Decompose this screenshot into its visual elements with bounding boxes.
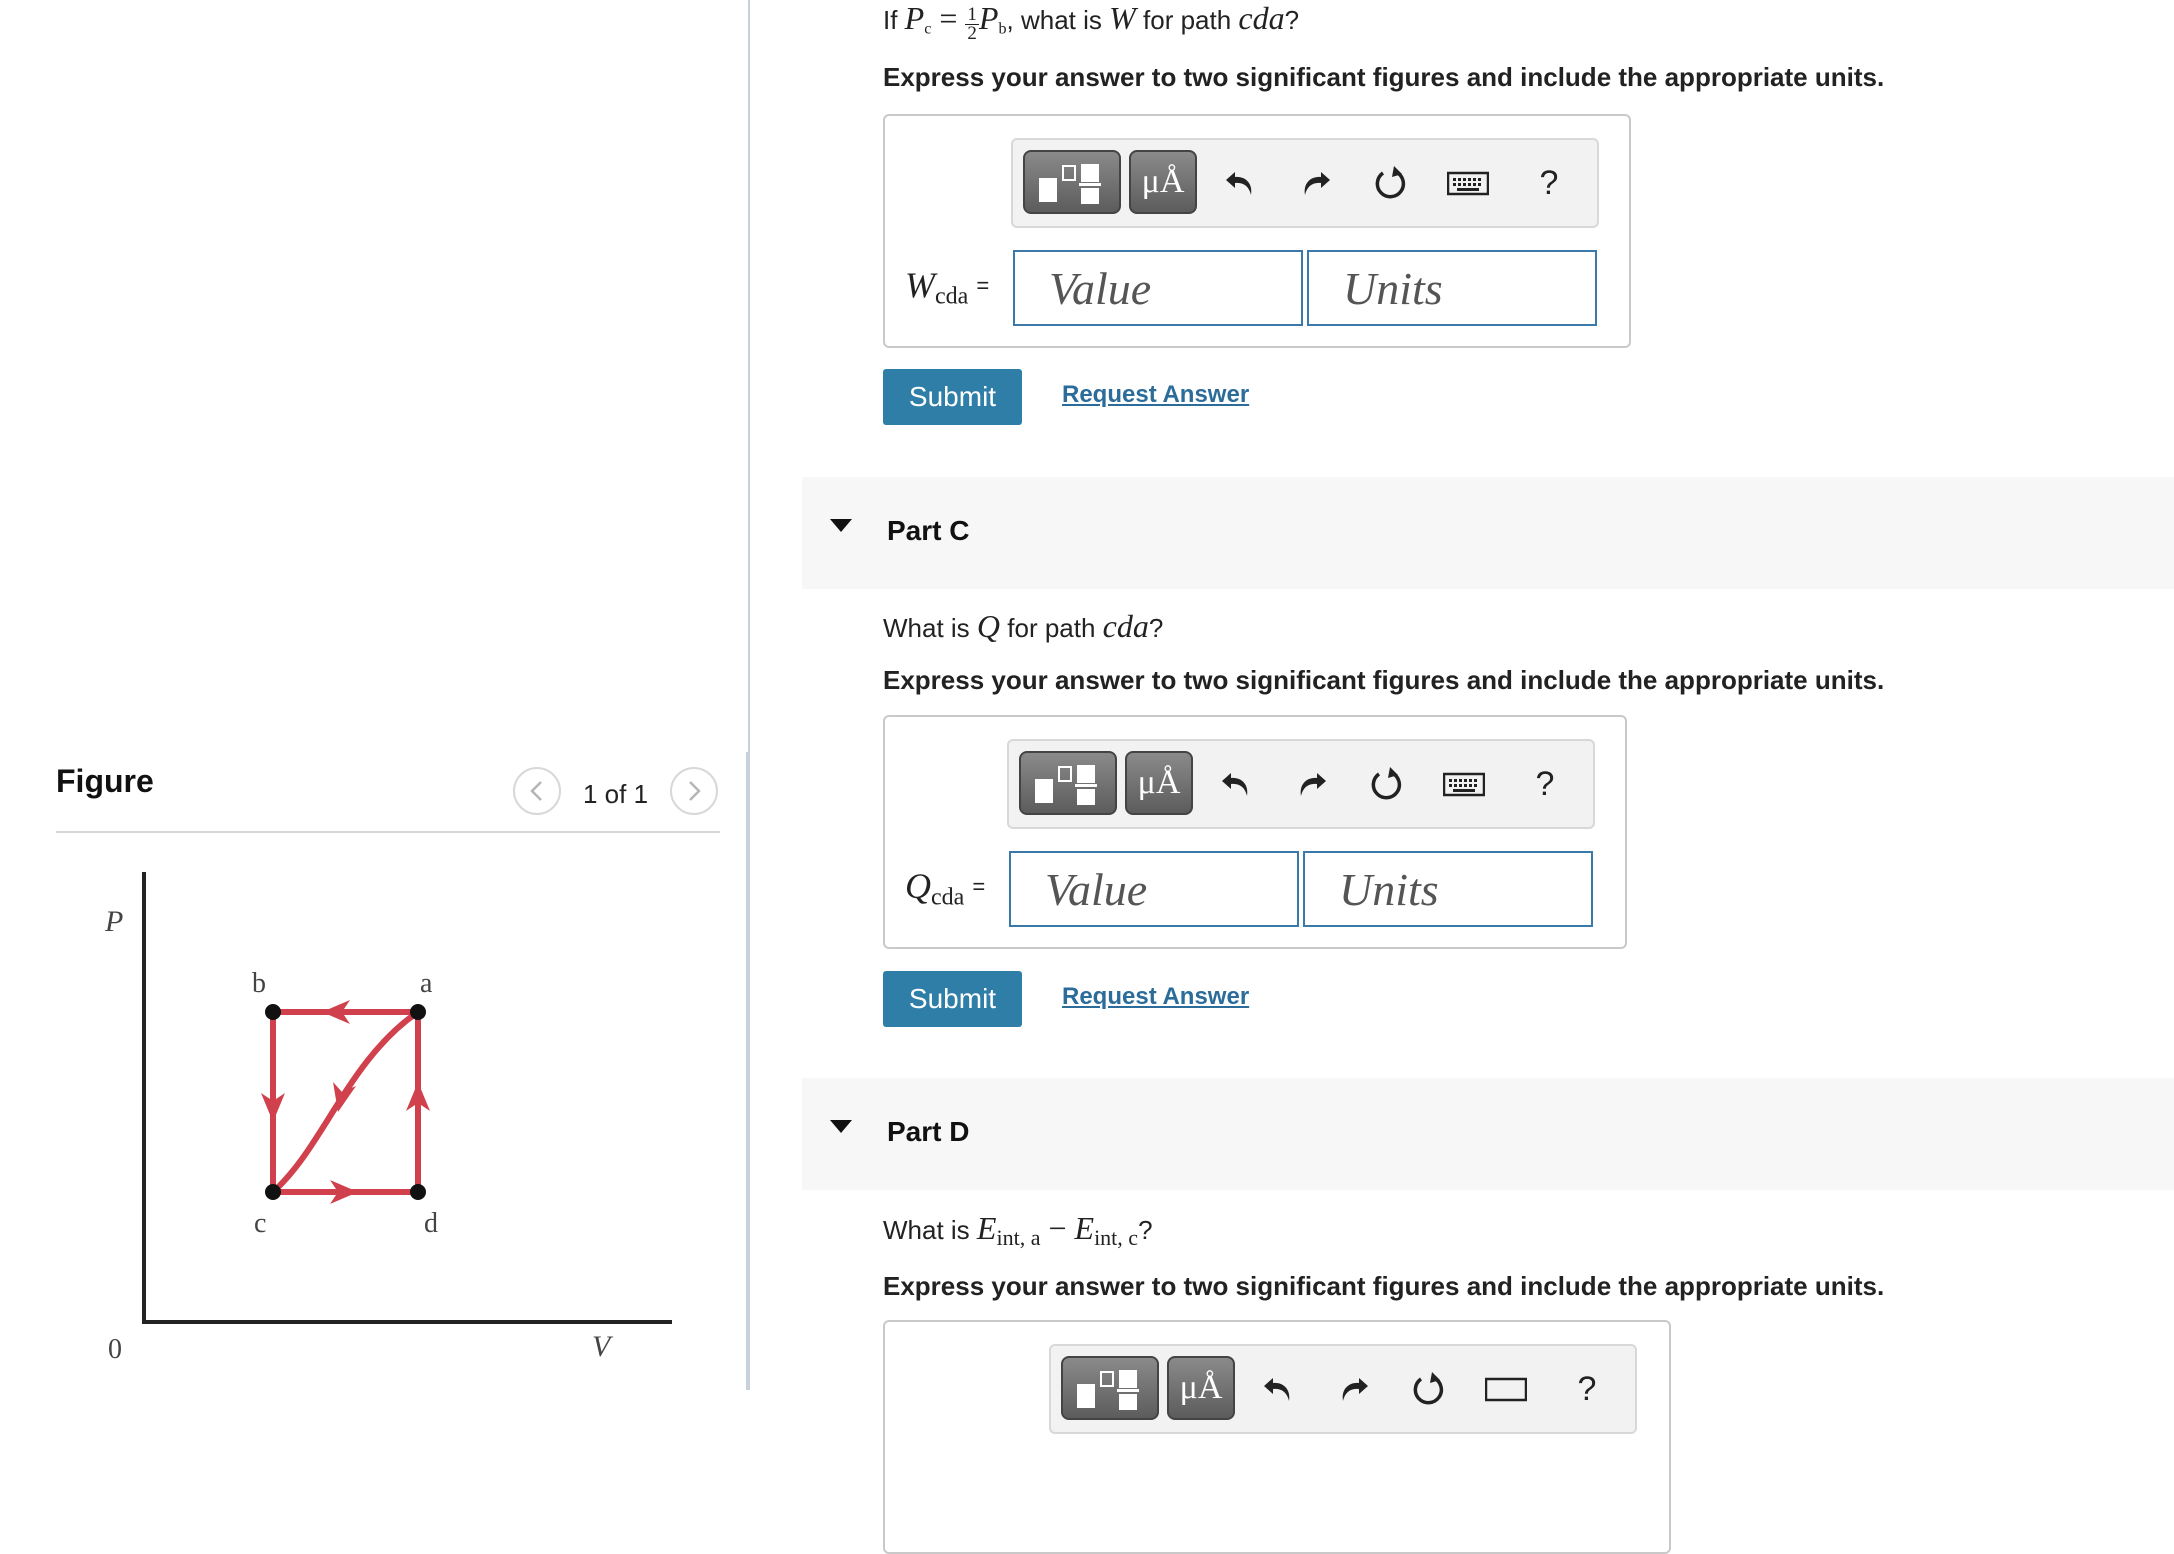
reset-button[interactable] bbox=[1361, 759, 1411, 809]
submit-button[interactable]: Submit bbox=[883, 971, 1022, 1027]
part-c-answer-box: μÅ ? Qcda = bbox=[883, 715, 1627, 949]
math-toolbar: μÅ ? bbox=[1049, 1344, 1637, 1434]
undo-button[interactable] bbox=[1211, 759, 1261, 809]
point-d bbox=[410, 1184, 426, 1200]
request-answer-link[interactable]: Request Answer bbox=[1062, 381, 1249, 409]
keyboard-icon bbox=[1443, 772, 1485, 797]
part-b-answer-box: μÅ ? Wcda = bbox=[883, 114, 1631, 348]
submit-button[interactable]: Submit bbox=[883, 369, 1022, 425]
templates-button[interactable] bbox=[1023, 150, 1121, 214]
request-answer-link[interactable]: Request Answer bbox=[1062, 983, 1249, 1011]
point-b bbox=[265, 1004, 281, 1020]
redo-button[interactable] bbox=[1287, 759, 1337, 809]
help-button[interactable]: ? bbox=[1529, 158, 1569, 208]
undo-icon bbox=[1226, 172, 1252, 195]
part-b-question: If Pc = 1 2 Pb, what is W for path cda? bbox=[883, 0, 1300, 44]
keyboard-icon bbox=[1485, 1377, 1527, 1402]
keyboard-icon bbox=[1447, 171, 1489, 196]
part-d-header[interactable]: Part D bbox=[802, 1078, 2174, 1190]
units-input[interactable] bbox=[1303, 851, 1593, 927]
reset-button[interactable] bbox=[1365, 158, 1415, 208]
redo-icon bbox=[1342, 1378, 1368, 1401]
point-label-d: d bbox=[424, 1208, 438, 1239]
point-label-c: c bbox=[254, 1208, 266, 1239]
math-toolbar: μÅ ? bbox=[1007, 739, 1595, 829]
undo-button[interactable] bbox=[1215, 158, 1265, 208]
undo-button[interactable] bbox=[1253, 1364, 1303, 1414]
part-c-instruction: Express your answer to two significant f… bbox=[883, 665, 1885, 695]
reset-icon bbox=[1375, 166, 1406, 199]
undo-icon bbox=[1264, 1378, 1290, 1401]
point-label-b: b bbox=[252, 968, 266, 999]
value-input[interactable] bbox=[1013, 250, 1303, 326]
p-axis-label: P bbox=[104, 905, 123, 938]
value-input[interactable] bbox=[1009, 851, 1299, 927]
part-d-instruction: Express your answer to two significant f… bbox=[883, 1271, 1885, 1301]
part-b-instruction: Express your answer to two significant f… bbox=[883, 62, 1885, 92]
templates-icon bbox=[1039, 164, 1101, 204]
reset-icon bbox=[1413, 1372, 1444, 1405]
undo-icon bbox=[1222, 773, 1248, 796]
v-axis-label: V bbox=[592, 1330, 614, 1363]
part-d-question: What is Eint, a − Eint, c? bbox=[883, 1210, 1153, 1251]
part-c-title: Part C bbox=[887, 515, 970, 546]
templates-icon bbox=[1077, 1370, 1139, 1410]
keyboard-button[interactable] bbox=[1481, 1364, 1531, 1414]
templates-icon bbox=[1035, 765, 1097, 805]
fraction-half: 12 bbox=[965, 4, 979, 44]
keyboard-button[interactable] bbox=[1443, 158, 1493, 208]
part-d-answer-box: μÅ ? bbox=[883, 1320, 1671, 1554]
keyboard-button[interactable] bbox=[1439, 759, 1489, 809]
pv-diagram: P V 0 b a c d bbox=[104, 872, 672, 1365]
part-d-title: Part D bbox=[887, 1116, 970, 1147]
units-button[interactable]: μÅ bbox=[1125, 751, 1193, 815]
point-label-a: a bbox=[420, 968, 433, 999]
chevron-left-icon bbox=[530, 781, 542, 801]
origin-label: 0 bbox=[108, 1334, 122, 1365]
figure-title: Figure bbox=[56, 763, 154, 799]
figure-panel: Figure 1 of 1 P V 0 b a c d bbox=[0, 0, 745, 1390]
figure-counter: 1 of 1 bbox=[583, 779, 649, 809]
help-button[interactable]: ? bbox=[1525, 759, 1565, 809]
previous-figure-button[interactable] bbox=[513, 767, 561, 815]
reset-button[interactable] bbox=[1403, 1364, 1453, 1414]
redo-button[interactable] bbox=[1329, 1364, 1379, 1414]
units-input[interactable] bbox=[1307, 250, 1597, 326]
templates-button[interactable] bbox=[1061, 1356, 1159, 1420]
units-button[interactable]: μÅ bbox=[1129, 150, 1197, 214]
next-figure-button[interactable] bbox=[670, 767, 718, 815]
collapse-caret-icon[interactable] bbox=[830, 1120, 852, 1133]
templates-button[interactable] bbox=[1019, 751, 1117, 815]
math-toolbar: μÅ ? bbox=[1011, 138, 1599, 228]
point-c bbox=[265, 1184, 281, 1200]
part-c-question: What is Q for path cda? bbox=[883, 608, 1164, 644]
collapse-caret-icon[interactable] bbox=[830, 519, 852, 532]
answer-label-wcda: Wcda = bbox=[905, 265, 990, 310]
redo-icon bbox=[1304, 172, 1330, 195]
redo-icon bbox=[1300, 773, 1326, 796]
units-button[interactable]: μÅ bbox=[1167, 1356, 1235, 1420]
figure-divider bbox=[56, 831, 720, 833]
panel-divider bbox=[748, 0, 750, 752]
help-button[interactable]: ? bbox=[1567, 1364, 1607, 1414]
redo-button[interactable] bbox=[1291, 158, 1341, 208]
chevron-right-icon bbox=[689, 781, 701, 801]
path-ac-curve bbox=[270, 1009, 421, 1195]
part-c-header[interactable]: Part C bbox=[802, 477, 2174, 589]
panel-resize-handle[interactable] bbox=[746, 752, 750, 1390]
answer-label-qcda: Qcda = bbox=[905, 866, 986, 911]
reset-icon bbox=[1371, 767, 1402, 800]
point-a bbox=[410, 1004, 426, 1020]
